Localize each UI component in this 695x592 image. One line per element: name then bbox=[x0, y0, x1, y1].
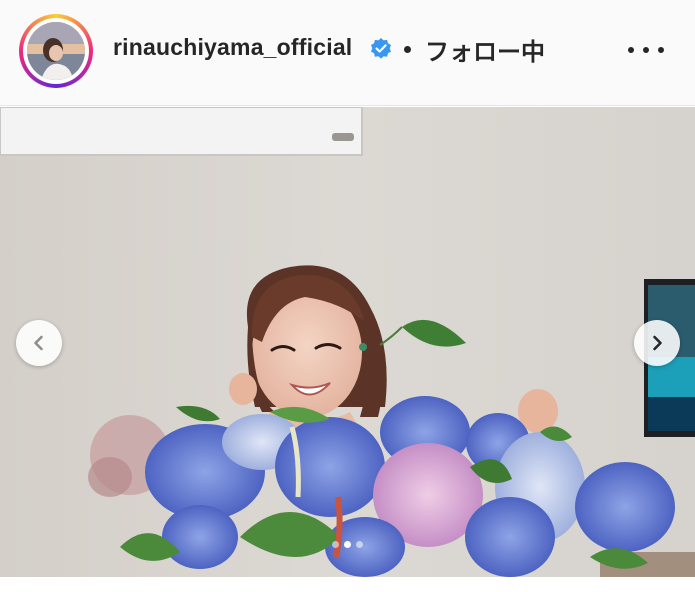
carousel-indicator bbox=[323, 538, 371, 550]
avatar-image bbox=[27, 22, 85, 80]
carousel-dot-active bbox=[343, 540, 351, 548]
ellipsis-icon bbox=[628, 47, 634, 53]
more-options-button[interactable] bbox=[628, 40, 664, 60]
post-footer-edge bbox=[0, 577, 695, 592]
carousel-dot bbox=[331, 540, 339, 548]
chevron-left-icon bbox=[34, 335, 43, 351]
post-photo-illustration bbox=[0, 107, 695, 577]
chevron-right-icon bbox=[653, 335, 662, 351]
post-image[interactable] bbox=[0, 107, 695, 577]
verified-badge-icon bbox=[371, 38, 391, 59]
following-button[interactable]: フォロー中 bbox=[425, 32, 545, 67]
carousel-prev-button[interactable] bbox=[16, 320, 62, 366]
carousel-dot bbox=[355, 540, 363, 548]
avatar[interactable] bbox=[27, 22, 85, 80]
post-header: rinauchiyama_official フォロー中 bbox=[0, 0, 695, 106]
separator-dot bbox=[404, 46, 411, 53]
story-ring[interactable] bbox=[19, 14, 93, 88]
username-link[interactable]: rinauchiyama_official bbox=[113, 34, 352, 61]
carousel-next-button[interactable] bbox=[634, 320, 680, 366]
